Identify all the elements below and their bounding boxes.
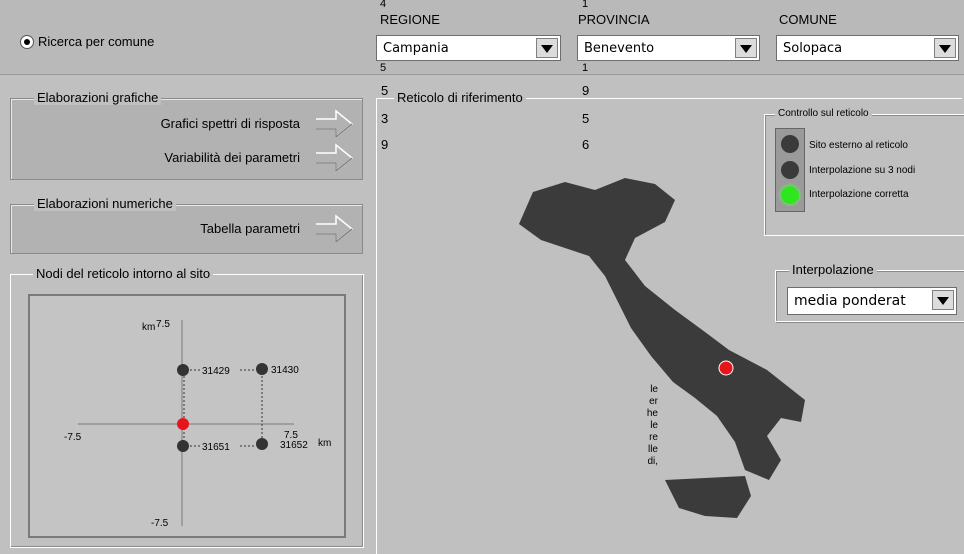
site-marker: [718, 360, 734, 376]
stray-digit: 3: [381, 111, 389, 126]
radio-selected-icon: [20, 35, 34, 49]
provincia-value: Benevento: [584, 41, 655, 56]
overflow-line: re: [649, 432, 658, 443]
overflow-line: he: [646, 408, 658, 419]
chevron-down-icon[interactable]: [536, 38, 558, 58]
chevron-down-icon[interactable]: [932, 290, 954, 310]
numeric-panel-title: Elaborazioni numeriche: [34, 196, 176, 211]
comune-select[interactable]: Solopaca: [776, 35, 959, 61]
nodes-panel-title: Nodi del reticolo intorno al sito: [33, 266, 214, 281]
mainland-shape: [519, 178, 805, 480]
x-axis-unit: km: [318, 438, 331, 449]
regione-value: Campania: [383, 41, 449, 56]
arrow-right-icon: [316, 109, 354, 139]
comune-label: COMUNE: [779, 12, 837, 27]
graphs-spectra-label: Grafici spettri di risposta: [160, 116, 300, 131]
node-id-label: 31429: [202, 366, 230, 377]
provincia-select[interactable]: Benevento: [577, 35, 760, 61]
search-radio-label: Ricerca per comune: [38, 34, 155, 49]
node-id-label: 31651: [202, 442, 230, 453]
stray-digit: 6: [582, 137, 590, 152]
graphs-spectra-button[interactable]: Grafici spettri di risposta: [60, 108, 360, 140]
nodes-plot-frame: km 7.5 -7.5 7.5 km -7.5 31429 31430 3165…: [28, 294, 346, 538]
node-id-label: 31430: [271, 365, 299, 376]
overflow-line: er: [649, 396, 658, 407]
node-point: [256, 438, 268, 450]
provincia-label: PROVINCIA: [578, 12, 650, 27]
stray-digit: 1: [582, 62, 589, 74]
y-tick-bottom: -7.5: [151, 518, 169, 529]
y-tick-top: 7.5: [156, 319, 170, 330]
chevron-down-icon[interactable]: [934, 38, 956, 58]
overflow-line: di,: [647, 456, 658, 467]
regione-select[interactable]: Campania: [376, 35, 561, 61]
node-point: [177, 440, 189, 452]
stray-digit: 1: [582, 0, 589, 10]
control-item-label: Sito esterno al reticolo: [809, 140, 908, 151]
overflow-text: le er he le re lle di,: [640, 384, 658, 468]
reticolo-title: Reticolo di riferimento: [394, 90, 526, 105]
stray-digit: 5: [380, 62, 387, 74]
param-variability-button[interactable]: Variabilità dei parametri: [60, 142, 360, 174]
sicily-shape: [665, 476, 751, 518]
overflow-line: le: [650, 420, 658, 431]
control-title: Controllo sul reticolo: [775, 108, 872, 119]
nodes-plot: km 7.5 -7.5 7.5 km -7.5 31429 31430 3165…: [64, 319, 331, 529]
graphic-panel-title: Elaborazioni grafiche: [34, 90, 162, 105]
search-radio[interactable]: [20, 35, 34, 49]
x-tick-left: -7.5: [64, 432, 82, 443]
overflow-line: le: [650, 384, 658, 395]
italy-map: [519, 178, 805, 518]
node-id-label: 31652: [280, 440, 308, 451]
comune-value: Solopaca: [783, 41, 843, 56]
stray-digit: 4: [380, 0, 387, 10]
arrow-right-icon: [316, 214, 354, 244]
stray-digit: 5: [381, 83, 389, 98]
node-point: [177, 364, 189, 376]
param-variability-label: Variabilità dei parametri: [164, 150, 300, 165]
stray-digit: 9: [381, 137, 389, 152]
site-point: [177, 418, 189, 430]
y-axis-unit: km: [142, 322, 155, 333]
chevron-down-icon[interactable]: [735, 38, 757, 58]
arrow-right-icon: [316, 143, 354, 173]
stray-digit: 5: [582, 111, 590, 126]
light-off-icon: [781, 135, 799, 153]
regione-label: REGIONE: [380, 12, 440, 27]
node-point: [256, 363, 268, 375]
overflow-line: lle: [647, 444, 658, 455]
param-table-label: Tabella parametri: [200, 221, 300, 236]
stray-digit: 9: [582, 83, 590, 98]
param-table-button[interactable]: Tabella parametri: [60, 213, 360, 245]
